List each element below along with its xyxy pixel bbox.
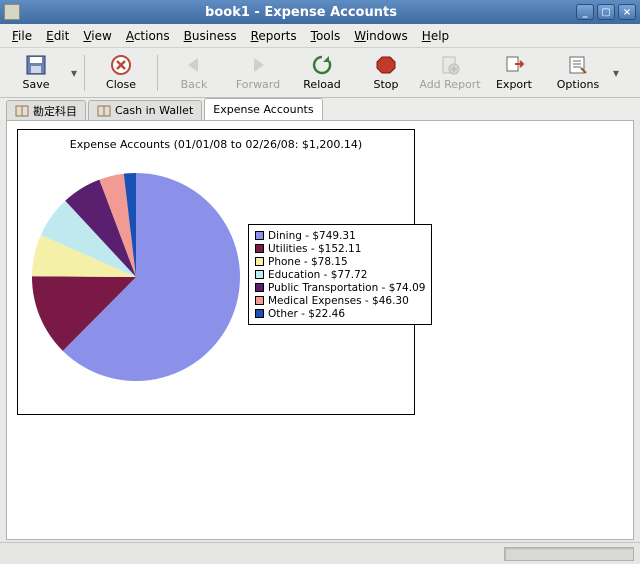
close-label: Close — [106, 78, 136, 91]
back-button: Back — [162, 50, 226, 96]
legend-label: Other - $22.46 — [268, 308, 345, 320]
legend-swatch — [255, 296, 264, 305]
forward-icon — [247, 54, 269, 76]
ledger-icon — [15, 105, 29, 117]
tab-label: Cash in Wallet — [115, 104, 193, 117]
tab-label: 勘定科目 — [33, 103, 77, 119]
save-icon — [25, 54, 47, 76]
save-label: Save — [22, 78, 49, 91]
add-report-icon — [439, 54, 461, 76]
legend-row: Public Transportation - $74.09 — [255, 281, 425, 294]
menu-file[interactable]: File — [6, 27, 38, 45]
legend-row: Other - $22.46 — [255, 307, 425, 320]
legend-row: Utilities - $152.11 — [255, 242, 425, 255]
tab-cash-in-wallet[interactable]: Cash in Wallet — [88, 100, 202, 120]
tab-accounts-jp[interactable]: 勘定科目 — [6, 100, 86, 120]
legend-swatch — [255, 270, 264, 279]
stop-button[interactable]: Stop — [354, 50, 418, 96]
maximize-button[interactable]: ▢ — [597, 4, 615, 20]
legend-swatch — [255, 309, 264, 318]
legend-row: Education - $77.72 — [255, 268, 425, 281]
window-title: book1 - Expense Accounts — [26, 5, 576, 20]
menu-business[interactable]: Business — [178, 27, 243, 45]
chart-frame: Expense Accounts (01/01/08 to 02/26/08: … — [17, 129, 415, 415]
menu-help[interactable]: Help — [416, 27, 455, 45]
chart-legend: Dining - $749.31Utilities - $152.11Phone… — [248, 224, 432, 325]
tabstrip: 勘定科目 Cash in Wallet Expense Accounts — [0, 98, 640, 120]
menu-file-rest: ile — [18, 29, 32, 43]
menubar: File Edit View Actions Business Reports … — [0, 24, 640, 48]
add-report-button: Add Report — [418, 50, 482, 96]
save-dropdown[interactable]: ▾ — [68, 50, 80, 96]
options-label: Options — [557, 78, 599, 91]
app-icon — [4, 4, 20, 20]
legend-label: Public Transportation - $74.09 — [268, 282, 425, 294]
tab-expense-accounts[interactable]: Expense Accounts — [204, 98, 322, 120]
export-icon — [503, 54, 525, 76]
export-label: Export — [496, 78, 532, 91]
options-icon — [567, 54, 589, 76]
export-button[interactable]: Export — [482, 50, 546, 96]
report-area: Expense Accounts (01/01/08 to 02/26/08: … — [6, 120, 634, 540]
reload-icon — [311, 54, 333, 76]
options-dropdown[interactable]: ▾ — [610, 50, 622, 96]
back-icon — [183, 54, 205, 76]
pie-chart — [26, 162, 246, 382]
menu-windows[interactable]: Windows — [348, 27, 414, 45]
save-button[interactable]: Save — [4, 50, 68, 96]
reload-label: Reload — [303, 78, 340, 91]
toolbar-separator — [84, 55, 85, 91]
back-label: Back — [181, 78, 208, 91]
menu-tools[interactable]: Tools — [305, 27, 347, 45]
minimize-button[interactable]: _ — [576, 4, 594, 20]
stop-label: Stop — [373, 78, 398, 91]
legend-row: Dining - $749.31 — [255, 229, 425, 242]
stop-icon — [375, 54, 397, 76]
options-button[interactable]: Options — [546, 50, 610, 96]
legend-label: Medical Expenses - $46.30 — [268, 295, 409, 307]
menu-edit[interactable]: Edit — [40, 27, 75, 45]
legend-label: Education - $77.72 — [268, 269, 367, 281]
legend-row: Phone - $78.15 — [255, 255, 425, 268]
forward-button: Forward — [226, 50, 290, 96]
legend-label: Dining - $749.31 — [268, 230, 356, 242]
close-window-button[interactable]: × — [618, 4, 636, 20]
toolbar-separator — [157, 55, 158, 91]
legend-swatch — [255, 244, 264, 253]
legend-row: Medical Expenses - $46.30 — [255, 294, 425, 307]
ledger-icon — [97, 105, 111, 117]
tab-label: Expense Accounts — [213, 103, 313, 116]
add-report-label: Add Report — [419, 78, 480, 91]
statusbar — [0, 542, 640, 564]
close-button[interactable]: Close — [89, 50, 153, 96]
forward-label: Forward — [236, 78, 280, 91]
titlebar: book1 - Expense Accounts _ ▢ × — [0, 0, 640, 24]
progress-well — [504, 547, 634, 561]
legend-swatch — [255, 257, 264, 266]
chart-title: Expense Accounts (01/01/08 to 02/26/08: … — [18, 130, 414, 151]
legend-swatch — [255, 283, 264, 292]
reload-button[interactable]: Reload — [290, 50, 354, 96]
legend-label: Phone - $78.15 — [268, 256, 348, 268]
toolbar: Save ▾ Close Back Forward Reload Stop Ad… — [0, 48, 640, 98]
menu-actions[interactable]: Actions — [120, 27, 176, 45]
legend-swatch — [255, 231, 264, 240]
menu-view[interactable]: View — [77, 27, 117, 45]
close-icon — [110, 54, 132, 76]
menu-reports[interactable]: Reports — [245, 27, 303, 45]
legend-label: Utilities - $152.11 — [268, 243, 361, 255]
